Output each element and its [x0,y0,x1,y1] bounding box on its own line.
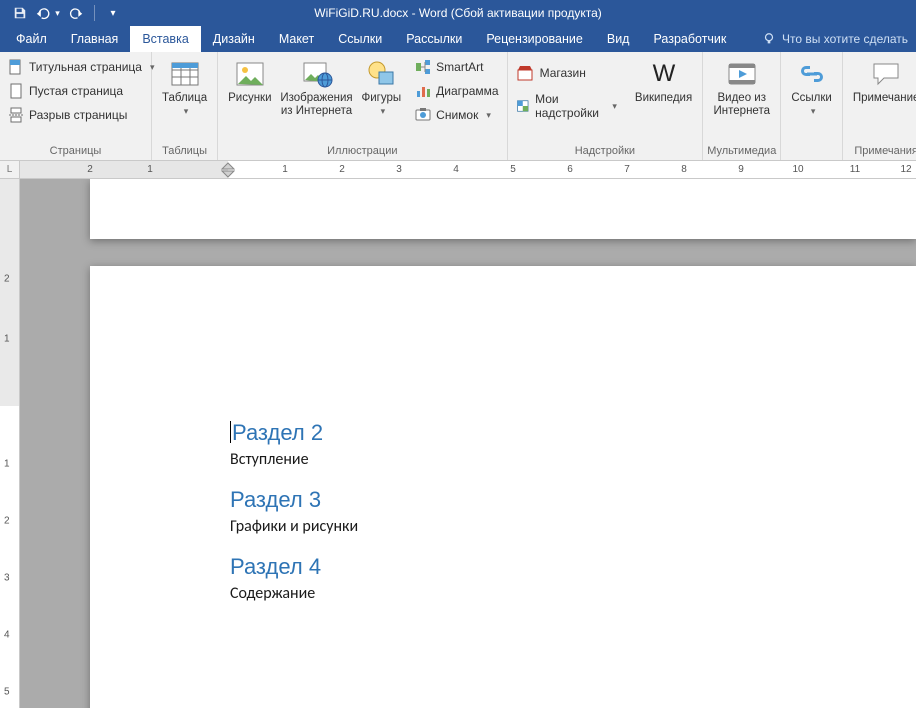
picture-icon [234,58,266,90]
group-media-label: Мультимедиа [707,143,776,160]
tab-design[interactable]: Дизайн [201,26,267,52]
group-addins-label: Надстройки [512,143,699,160]
vertical-ruler[interactable]: 2 1 1 2 3 4 5 [0,179,20,708]
video-icon [726,58,758,90]
group-media: Видео из Интернета Мультимедиа [703,52,781,160]
group-links-label [785,143,838,160]
group-comments-label: Примечания [847,143,916,160]
save-icon [13,6,27,20]
tab-file[interactable]: Файл [4,26,59,52]
my-addins-button[interactable]: Мои надстройки▾ [512,90,621,122]
workspace: 2 1 1 2 3 4 5 Раздел 2 Вступление Раздел… [0,179,916,708]
tab-developer[interactable]: Разработчик [641,26,738,52]
chart-button[interactable]: Диаграмма [411,80,502,102]
group-tables: Таблица▾ Таблицы [152,52,218,160]
group-links: Ссылки▾ [781,52,843,160]
tab-references[interactable]: Ссылки [326,26,394,52]
group-addins: Магазин Мои надстройки▾ W Википедия Надс… [508,52,704,160]
tab-home[interactable]: Главная [59,26,131,52]
smartart-button[interactable]: SmartArt [411,56,502,78]
store-button[interactable]: Магазин [512,62,621,84]
paragraph-graphics[interactable]: Графики и рисунки [230,517,916,536]
document-canvas[interactable]: Раздел 2 Вступление Раздел 3 Графики и р… [20,179,916,708]
ribbon-tabs: Файл Главная Вставка Дизайн Макет Ссылки… [0,26,916,52]
pictures-button[interactable]: Рисунки [222,56,277,105]
addins-icon [516,97,530,115]
ribbon: Титульная страница▾ Пустая страница Разр… [0,52,916,161]
group-illustrations-label: Иллюстрации [222,143,502,160]
undo-button[interactable]: ▾ [36,2,60,24]
heading-section-3[interactable]: Раздел 3 [230,487,916,513]
link-icon [796,58,828,90]
undo-icon [36,6,52,20]
links-button[interactable]: Ссылки▾ [785,56,838,118]
table-button[interactable]: Таблица▾ [156,56,213,118]
shapes-icon [365,58,397,90]
page[interactable]: Раздел 2 Вступление Раздел 3 Графики и р… [90,266,916,708]
comment-button[interactable]: Примечание [847,56,916,105]
heading-section-4[interactable]: Раздел 4 [230,554,916,580]
comment-icon [870,58,902,90]
group-illustrations: Рисунки Изображения из Интернета Фигуры▾… [218,52,507,160]
tab-insert[interactable]: Вставка [130,26,200,52]
wikipedia-icon: W [648,58,680,90]
paragraph-contents[interactable]: Содержание [230,584,916,603]
cover-page-icon [8,59,24,75]
online-video-button[interactable]: Видео из Интернета [707,56,776,118]
horizontal-ruler[interactable]: 2 1 1 2 3 4 5 6 7 8 9 10 11 12 [20,161,916,179]
online-pictures-button[interactable]: Изображения из Интернета [278,56,356,118]
table-icon [169,58,201,90]
online-picture-icon [301,58,333,90]
group-tables-label: Таблицы [156,143,213,160]
smartart-icon [415,59,431,75]
lightbulb-icon [762,32,776,46]
wikipedia-button[interactable]: W Википедия [629,56,698,105]
tab-mailings[interactable]: Рассылки [394,26,474,52]
screenshot-icon [415,107,431,123]
blank-page-icon [8,83,24,99]
chart-icon [415,83,431,99]
group-pages-label: Страницы [4,143,147,160]
screenshot-button[interactable]: Снимок▾ [411,104,502,126]
qat-customize-button[interactable]: ▾ [101,2,125,24]
heading-section-2[interactable]: Раздел 2 [230,420,916,446]
previous-page-edge [90,179,916,239]
paragraph-intro[interactable]: Вступление [230,450,916,469]
qat-separator [94,5,95,21]
title-bar: ▾ ▾ WiFiGiD.RU.docx - Word (Сбой активац… [0,0,916,26]
tell-me-label: Что вы хотите сделать [782,32,908,46]
redo-button[interactable] [64,2,88,24]
group-comments: Примечание Примечания [843,52,916,160]
store-icon [516,64,534,82]
tab-layout[interactable]: Макет [267,26,326,52]
blank-page-button[interactable]: Пустая страница [4,80,159,102]
ruler-margin-shade [20,161,228,178]
tab-view[interactable]: Вид [595,26,642,52]
page-break-button[interactable]: Разрыв страницы [4,104,159,126]
window-title: WiFiGiD.RU.docx - Word (Сбой активации п… [0,6,916,20]
shapes-button[interactable]: Фигуры▾ [356,56,408,118]
tell-me-search[interactable]: Что вы хотите сделать [754,26,916,52]
svg-text:W: W [652,60,675,87]
tab-review[interactable]: Рецензирование [474,26,595,52]
quick-access-toolbar: ▾ ▾ [0,2,125,24]
indent-marker-icon[interactable] [221,161,235,179]
redo-icon [69,6,83,20]
save-button[interactable] [8,2,32,24]
ruler-corner: L [0,161,20,179]
page-break-icon [8,107,24,123]
cover-page-button[interactable]: Титульная страница▾ [4,56,159,78]
group-pages: Титульная страница▾ Пустая страница Разр… [0,52,152,160]
